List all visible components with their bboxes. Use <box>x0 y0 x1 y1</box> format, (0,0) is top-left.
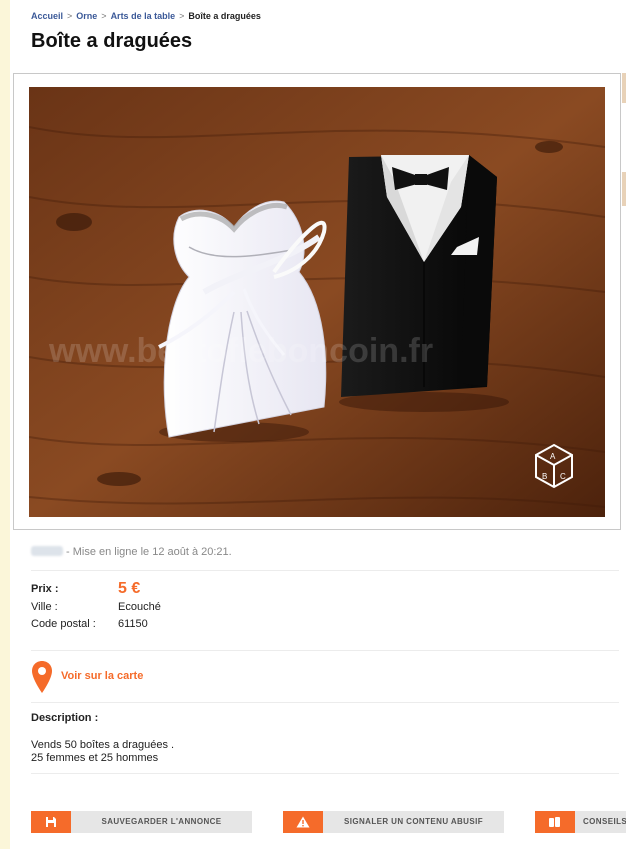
report-abuse-button[interactable]: SIGNALER UN CONTENU ABUSIF <box>283 811 504 833</box>
breadcrumb-category[interactable]: Arts de la table <box>111 11 176 21</box>
postal-label: Code postal : <box>31 618 96 630</box>
save-ad-button[interactable]: SAUVEGARDER L'ANNONCE <box>31 811 252 833</box>
divider <box>31 702 619 703</box>
description-line: 25 femmes et 25 hommes <box>31 752 159 764</box>
warning-icon <box>283 811 323 833</box>
description-line: Vends 50 boîtes a draguées . <box>31 739 175 751</box>
tips-button[interactable]: CONSEILS <box>535 811 626 833</box>
breadcrumb-home[interactable]: Accueil <box>31 11 63 21</box>
divider <box>31 773 619 774</box>
breadcrumb: Accueil > Orne > Arts de la table > Boîte a dr… <box>31 11 261 21</box>
side-thumbnail[interactable] <box>622 73 626 103</box>
description-label: Description : <box>31 712 99 724</box>
left-sidebar-strip <box>0 0 10 849</box>
ad-title: Boîte a draguées <box>31 30 193 52</box>
city-label: Ville : <box>31 601 58 613</box>
breadcrumb-separator: > <box>179 11 185 21</box>
breadcrumb-separator: > <box>67 11 73 21</box>
breadcrumb-separator: > <box>101 11 107 21</box>
save-icon <box>31 811 71 833</box>
publication-info: - Mise en ligne le 12 août à 20:21. <box>31 546 232 558</box>
tips-icon <box>535 811 575 833</box>
seller-name-blurred[interactable] <box>31 546 63 556</box>
photo-frame: www.bestofleboncoin.fr A B C <box>13 73 621 530</box>
svg-text:C: C <box>560 472 566 481</box>
product-image: www.bestofleboncoin.fr A B C <box>29 87 605 517</box>
view-on-map-label: Voir sur la carte <box>61 670 144 682</box>
breadcrumb-current: Boîte a draguées <box>188 11 261 21</box>
price-value: 5 € <box>118 580 141 597</box>
map-pin-icon <box>32 661 52 693</box>
divider <box>31 570 619 571</box>
watermark-graphic: www.bestofleboncoin.fr <box>48 332 433 370</box>
save-ad-label: SAUVEGARDER L'ANNONCE <box>101 817 222 826</box>
svg-text:B: B <box>542 472 547 481</box>
publication-date: - Mise en ligne le 12 août à 20:21. <box>66 546 232 558</box>
city-value: Ecouché <box>118 601 161 613</box>
price-label: Prix : <box>31 583 59 595</box>
postal-value: 61150 <box>118 618 148 630</box>
side-thumbnail[interactable] <box>622 172 626 206</box>
ad-photo[interactable]: www.bestofleboncoin.fr A B C <box>29 87 605 517</box>
breadcrumb-region[interactable]: Orne <box>76 11 97 21</box>
svg-text:A: A <box>550 452 556 461</box>
tips-label: CONSEILS <box>583 817 626 826</box>
divider <box>31 650 619 651</box>
report-abuse-label: SIGNALER UN CONTENU ABUSIF <box>344 817 483 826</box>
